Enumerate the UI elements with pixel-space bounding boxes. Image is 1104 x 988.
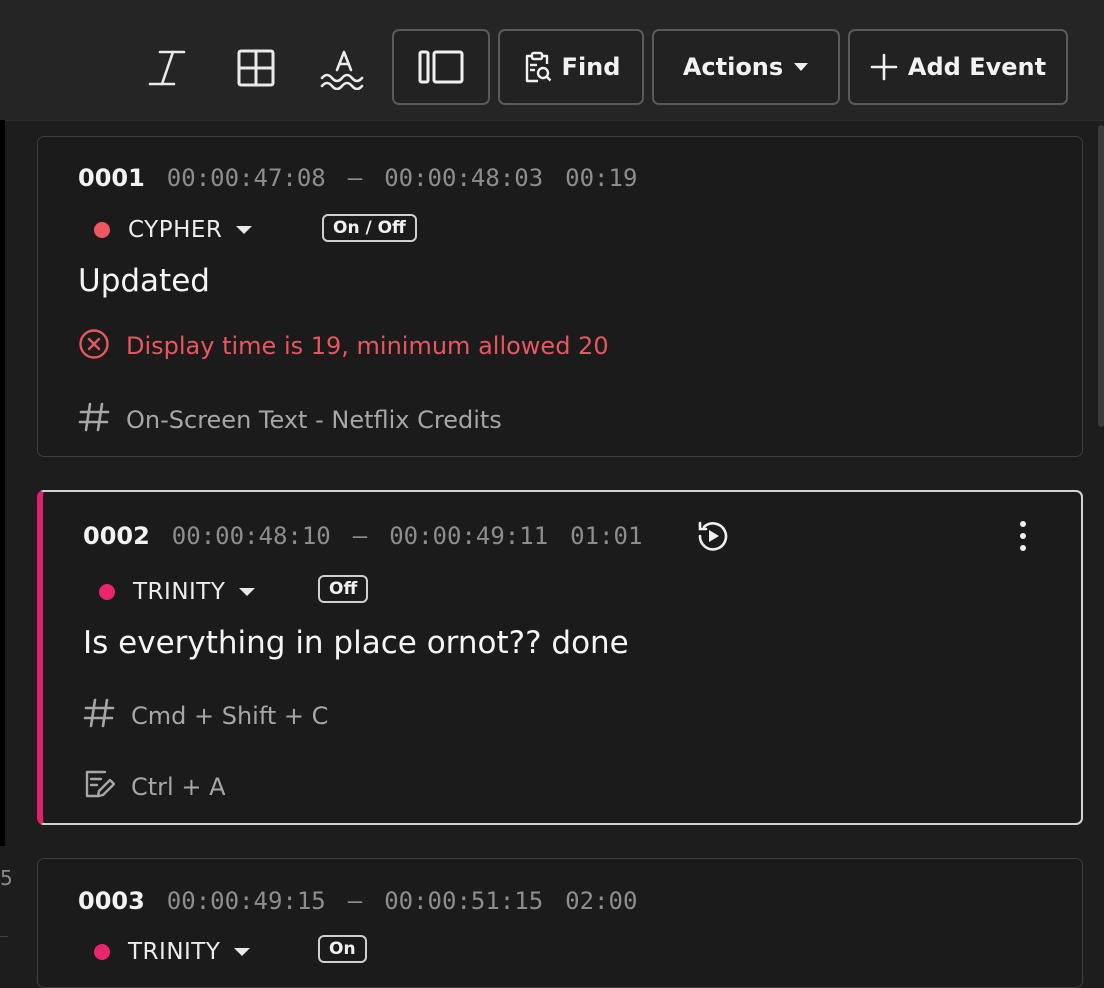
- left-panel-mark: 5: [0, 866, 13, 890]
- speaker-color-dot: [94, 222, 110, 238]
- on-off-badge[interactable]: On: [318, 935, 367, 963]
- speaker-dropdown[interactable]: TRINITY: [94, 939, 251, 965]
- duration: 00:19: [565, 164, 638, 192]
- find-label: Find: [561, 53, 621, 81]
- event-number: 0003: [78, 887, 145, 915]
- actions-label: Actions: [682, 53, 784, 81]
- speaker-name: CYPHER: [128, 217, 223, 243]
- timecode-separator: –: [347, 887, 363, 915]
- tag-row[interactable]: Cmd + Shift + C: [83, 697, 328, 735]
- end-timecode[interactable]: 00:00:51:15: [384, 887, 543, 915]
- replay-icon[interactable]: [695, 518, 731, 558]
- speaker-color-dot: [94, 944, 110, 960]
- note-edit-icon: [83, 768, 116, 806]
- speaker-color-dot: [99, 584, 115, 600]
- more-options-icon[interactable]: [1017, 518, 1029, 558]
- note-row[interactable]: Ctrl + A: [83, 768, 226, 806]
- note-text: Ctrl + A: [131, 773, 226, 801]
- event-timing-row: 0001 00:00:47:08 – 00:00:48:03 00:19: [78, 164, 637, 192]
- find-button[interactable]: Find: [498, 29, 644, 105]
- event-card[interactable]: 0003 00:00:49:15 – 00:00:51:15 02:00 TRI…: [37, 858, 1083, 988]
- speaker-dropdown[interactable]: TRINITY: [99, 579, 256, 605]
- duration: 01:01: [570, 522, 643, 550]
- timecode-separator: –: [352, 522, 368, 550]
- caption-text[interactable]: Is everything in place ornot?? done: [83, 625, 629, 661]
- caret-down-icon: [234, 948, 251, 956]
- add-event-button[interactable]: Add Event: [848, 29, 1068, 105]
- hash-icon: [78, 401, 110, 439]
- event-number: 0002: [83, 522, 150, 550]
- caret-down-icon: [793, 62, 809, 72]
- tag-text: On-Screen Text - Netflix Credits: [126, 406, 502, 434]
- hash-icon: [83, 697, 115, 735]
- end-timecode[interactable]: 00:00:49:11: [389, 522, 548, 550]
- event-card-selected[interactable]: 0002 00:00:48:10 – 00:00:49:11 01:01 TRI…: [37, 490, 1083, 825]
- event-number: 0001: [78, 164, 145, 192]
- clipboard-search-icon: [522, 51, 552, 83]
- scrollbar-thumb[interactable]: [1098, 125, 1104, 427]
- tag-row[interactable]: On-Screen Text - Netflix Credits: [78, 401, 502, 439]
- start-timecode[interactable]: 00:00:49:15: [167, 887, 326, 915]
- validation-error: Display time is 19, minimum allowed 20: [78, 328, 609, 364]
- start-timecode[interactable]: 00:00:48:10: [172, 522, 331, 550]
- error-circle-x-icon: [78, 328, 110, 364]
- grid-icon[interactable]: [228, 40, 284, 96]
- tag-text: Cmd + Shift + C: [131, 702, 329, 730]
- event-timing-row: 0003 00:00:49:15 – 00:00:51:15 02:00: [78, 887, 637, 915]
- speaker-dropdown[interactable]: CYPHER: [94, 217, 253, 243]
- speaker-name: TRINITY: [133, 579, 226, 605]
- event-timing-row: 0002 00:00:48:10 – 00:00:49:11 01:01: [83, 522, 642, 550]
- caret-down-icon: [236, 226, 253, 234]
- left-panel-edge: [0, 120, 5, 846]
- actions-dropdown[interactable]: Actions: [652, 29, 840, 105]
- add-event-label: Add Event: [907, 53, 1047, 81]
- speaker-name: TRINITY: [128, 939, 221, 965]
- end-timecode[interactable]: 00:00:48:03: [384, 164, 543, 192]
- error-message: Display time is 19, minimum allowed 20: [126, 332, 609, 360]
- event-card[interactable]: 0001 00:00:47:08 – 00:00:48:03 00:19 CYP…: [37, 136, 1083, 457]
- toolbar: Find Actions Add Event: [0, 0, 1104, 121]
- panel-layout-icon: [418, 50, 464, 84]
- on-off-badge[interactable]: Off: [318, 575, 369, 603]
- start-timecode[interactable]: 00:00:47:08: [167, 164, 326, 192]
- sidebar-toggle-button[interactable]: [392, 29, 490, 105]
- caret-down-icon: [239, 588, 256, 596]
- duration: 02:00: [565, 887, 638, 915]
- timecode-separator: –: [347, 164, 363, 192]
- plus-icon: [870, 53, 898, 81]
- italic-icon[interactable]: [140, 40, 196, 96]
- text-wave-icon[interactable]: [316, 40, 372, 96]
- caption-text[interactable]: Updated: [78, 263, 210, 299]
- left-panel-divider: [0, 936, 8, 937]
- on-off-badge[interactable]: On / Off: [322, 214, 417, 242]
